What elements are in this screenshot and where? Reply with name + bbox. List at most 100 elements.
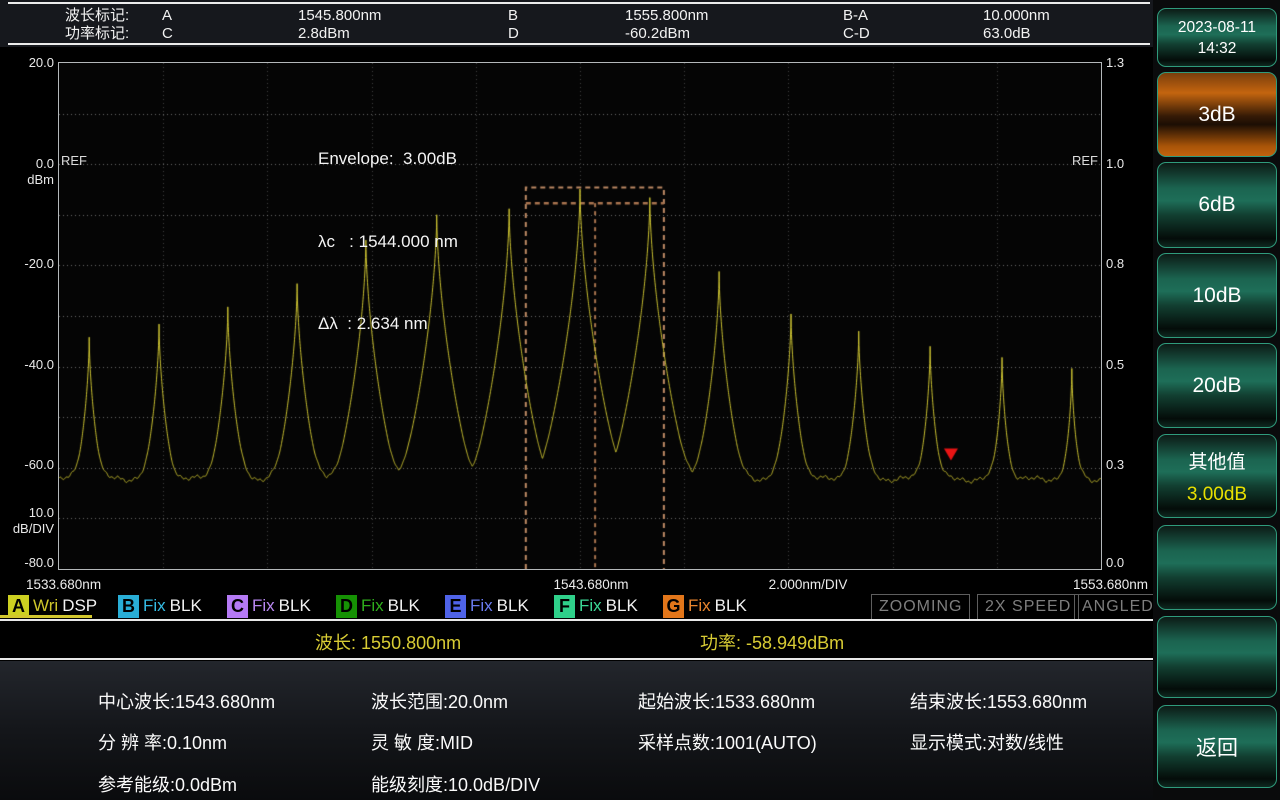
envelope-delta-wavelength: Δλ : 2.634 nm [318,314,428,333]
marker-ba-letter: B-A [843,7,869,24]
trace-c-mode: Fix [252,596,275,615]
wavelength-span-setting: 波长范围:20.0nm [371,688,508,714]
trace-b-badge[interactable]: B [118,594,139,618]
trace-e-mode: Fix [470,596,493,615]
softkey-blank-2[interactable] [1157,616,1277,698]
trace-d-mode: Fix [361,596,384,615]
softkey-blank-1[interactable] [1157,525,1277,610]
trace-b-status: BLK [169,596,202,615]
setting-value: 对数/线性 [987,733,1065,753]
trace-g-badge[interactable]: G [663,594,684,618]
y-axis-scale: 10.0 [28,505,54,520]
wavelength-value: 1550.800nm [361,633,462,653]
y-axis-tick: -20.0 [24,256,54,271]
marker-b-value: 1555.800nm [625,7,709,24]
zooming-toggle[interactable]: ZOOMING [871,594,971,620]
trace-f-selector[interactable]: F Fix BLK [554,594,638,618]
setting-label: 参考能级: [98,775,176,795]
marker-ba-value: 10.000nm [983,7,1050,24]
trace-g-selector[interactable]: G Fix BLK [663,594,747,618]
y-axis-tick: -80.0 [24,555,54,570]
trace-f-mode: Fix [579,596,602,615]
linear-axis-tick: 0.8 [1106,256,1125,271]
setting-label: 起始波长: [638,692,716,712]
y-axis-tick: -40.0 [24,357,54,372]
topbar-top-line [8,2,1150,4]
y-axis-unit: dBm [27,172,54,187]
setting-label: 显示模式: [910,733,988,753]
setting-value: 20.0nm [448,692,509,712]
cursor-power-readout: 功率: -58.949dBm [700,629,844,655]
trace-d-badge[interactable]: D [336,594,357,618]
angled-toggle[interactable]: ANGLED [1074,594,1162,620]
trace-b-mode: Fix [143,596,166,615]
y-axis-scale-unit: dB/DIV [12,521,54,536]
power-value: -58.949dBm [746,633,845,653]
cursor-wavelength-readout: 波长: 1550.800nm [315,629,461,655]
linear-axis-tick: 0.0 [1106,555,1125,570]
settings-panel: 中心波长:1543.680nm 波长范围:20.0nm 起始波长:1533.68… [0,661,1153,800]
linear-axis-tick: 1.3 [1106,55,1125,70]
softkey-label: 10dB [1192,283,1242,307]
softkey-other-value[interactable]: 其他值 3.00dB [1157,434,1277,518]
linear-axis-tick: 0.5 [1106,357,1125,372]
topbar-bottom-line [8,43,1150,45]
setting-value: 1001(AUTO) [715,733,817,753]
wavelength-label: 波长: [315,633,357,653]
linear-axis-tick: 1.0 [1106,156,1125,171]
trace-f-status: BLK [605,596,638,615]
trace-c-status: BLK [278,596,311,615]
marker-d-value: -60.2dBm [625,25,691,42]
trace-c-badge[interactable]: C [227,594,248,618]
setting-label: 灵 敏 度: [371,733,441,753]
x-axis-end: 1553.680nm [1072,577,1148,592]
setting-value: 1533.680nm [715,692,816,712]
2x-speed-toggle[interactable]: 2X SPEED [977,594,1080,620]
trace-e-badge[interactable]: E [445,594,466,618]
marker-info-bar: 波长标记: A 1545.800nm B 1555.800nm B-A 10.0… [0,0,1153,47]
trace-e-selector[interactable]: E Fix BLK [445,594,529,618]
marker-a-letter: A [162,7,173,24]
trace-g-mode: Fix [688,596,711,615]
x-axis-start: 1533.680nm [26,577,102,592]
softkey-6db[interactable]: 6dB [1157,162,1277,248]
datetime-display: 2023-08-11 14:32 [1157,8,1277,67]
display-mode-setting: 显示模式:对数/线性 [910,729,1064,755]
softkey-label: 6dB [1198,193,1236,216]
setting-value: 0.10nm [167,733,228,753]
softkey-20db[interactable]: 20dB [1157,343,1277,428]
marker-b-letter: B [508,7,519,24]
trace-d-selector[interactable]: D Fix BLK [336,594,420,618]
marker-a-value: 1545.800nm [298,7,382,24]
marker-cd-value: 63.0dB [983,25,1031,42]
setting-value: 1553.680nm [987,692,1088,712]
start-wavelength-setting: 起始波长:1533.680nm [638,688,815,714]
softkey-label: 3dB [1198,102,1236,126]
envelope-center-wavelength: λc : 1544.000 nm [318,231,458,251]
trace-c-selector[interactable]: C Fix BLK [227,594,311,618]
setting-label: 结束波长: [910,692,988,712]
softkey-sidebar: 2023-08-11 14:32 3dB 6dB 10dB 20dB 其他值 3… [1153,0,1280,800]
setting-label: 采样点数: [638,733,716,753]
date-text: 2023-08-11 [1177,18,1257,36]
power-markers-label: 功率标记: [65,25,130,42]
setting-label: 能级刻度: [371,775,449,795]
softkey-10db[interactable]: 10dB [1157,253,1277,338]
setting-value: MID [440,733,474,753]
envelope-bandwidth: Envelope: 3.00dB [318,149,457,168]
softkey-value: 3.00dB [1186,483,1248,505]
ref-level-label-right: REF [1072,153,1098,168]
marker-d-letter: D [508,25,519,42]
active-trace-underline [0,615,92,618]
separator-line [0,619,1153,621]
softkey-3db[interactable]: 3dB [1157,72,1277,157]
x-axis-center: 1543.680nm [553,577,629,592]
spectrum-canvas [58,62,1102,570]
time-text: 14:32 [1197,39,1237,57]
softkey-back[interactable]: 返回 [1157,705,1277,788]
trace-e-status: BLK [496,596,529,615]
trace-b-selector[interactable]: B Fix BLK [118,594,202,618]
trace-f-badge[interactable]: F [554,594,575,618]
sample-points-setting: 采样点数:1001(AUTO) [638,729,817,755]
setting-value: 1543.680nm [175,692,276,712]
